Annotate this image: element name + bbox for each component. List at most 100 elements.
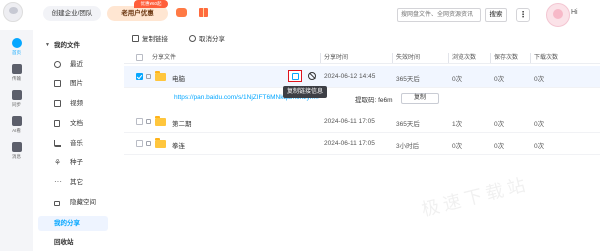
- video-icon: [54, 100, 61, 107]
- sidebar-item-label: 最近: [70, 61, 83, 68]
- sidebar-item-torrents[interactable]: ⚘ 种子: [38, 155, 108, 170]
- sidebar-item-recent[interactable]: 最近: [38, 57, 108, 72]
- column-header-downloads[interactable]: 下载次数: [534, 52, 558, 64]
- sidebar-item-label: 种子: [70, 159, 83, 166]
- rail-item-sync[interactable]: 同步: [0, 90, 33, 108]
- sidebar-item-label: 图片: [70, 80, 83, 87]
- file-sidebar: ▼ 我的文件 最近 图片 视频 文档 音乐 ⚘ 种子 ··· 其它 隐藏空间 我…: [38, 30, 111, 251]
- file-name[interactable]: 电脑: [172, 73, 185, 83]
- watermark: 极速下载站: [419, 173, 532, 220]
- download-count: 0次: [534, 121, 545, 128]
- cancel-share-icon[interactable]: [308, 72, 316, 80]
- column-header-views[interactable]: 浏览次数: [452, 52, 476, 64]
- more-dots-icon: ···: [54, 177, 62, 186]
- copy-button[interactable]: 复制: [401, 93, 439, 104]
- column-header-file[interactable]: 分享文件: [152, 52, 176, 64]
- vip-discount-badge: 优惠¥60起: [134, 0, 168, 8]
- copy-link-info-icon[interactable]: [288, 70, 302, 82]
- chevron-down-icon: ▼: [45, 42, 50, 48]
- greeting-text: Hi: [571, 9, 578, 16]
- rail-label: 同步: [12, 102, 21, 107]
- select-all-checkbox[interactable]: [136, 54, 143, 61]
- cancel-share-label: 取消分享: [199, 36, 225, 43]
- copy-link-button[interactable]: 复制链接: [132, 34, 168, 46]
- row-checkbox[interactable]: [136, 73, 143, 80]
- lock-icon: [146, 74, 151, 79]
- table-row[interactable]: 电脑 2024-06-12 14:45 365天后 0次 0次 0次: [124, 66, 600, 88]
- cancel-share-button[interactable]: 取消分享: [189, 34, 225, 46]
- sidebar-item-label: 其它: [70, 179, 83, 186]
- sidebar-item-label: 隐藏空间: [70, 199, 96, 206]
- copy-icon: [132, 35, 139, 42]
- sidebar-item-label: 视频: [70, 100, 83, 107]
- sidebar-item-label: 音乐: [70, 140, 83, 147]
- rail-item-message[interactable]: 消息: [0, 142, 33, 160]
- view-count: 1次: [452, 121, 463, 128]
- top-bar: 创建企业/团队 老用户优惠 优惠¥60起 搜索 ⋮ Hi: [0, 0, 600, 30]
- expire-time: 3小时后: [396, 143, 420, 150]
- row-checkbox[interactable]: [136, 140, 143, 147]
- lock-icon: [146, 141, 151, 146]
- rail-label: 首页: [12, 50, 21, 55]
- lock-icon: [146, 119, 151, 124]
- sidebar-item-videos[interactable]: 视频: [38, 96, 108, 111]
- column-header-expire[interactable]: 失效时间: [396, 52, 420, 64]
- sidebar-item-label: 文档: [70, 120, 83, 127]
- download-count: 0次: [534, 76, 545, 83]
- rail-item-transfer[interactable]: 传输: [0, 64, 33, 82]
- rail-item-home[interactable]: 首页: [0, 38, 33, 56]
- ai-icon: [11, 116, 22, 126]
- torrent-icon: ⚘: [54, 158, 62, 167]
- sidebar-item-label: 回收站: [54, 239, 74, 246]
- file-name[interactable]: 第二期: [172, 118, 192, 128]
- column-header-saves[interactable]: 保存次数: [494, 52, 518, 64]
- share-time: 2024-06-11 17:05: [324, 140, 375, 147]
- sidebar-item-other[interactable]: ··· 其它: [38, 175, 108, 190]
- game-icon[interactable]: [176, 8, 187, 17]
- image-icon: [54, 80, 61, 87]
- extraction-code: 提取码: fe6m: [355, 97, 393, 104]
- tooltip: 复制链接信息: [283, 86, 328, 98]
- row-checkbox[interactable]: [136, 118, 143, 125]
- message-icon: [11, 142, 22, 152]
- table-header: 分享文件 分享时间 失效时间 浏览次数 保存次数 下载次数: [124, 52, 600, 64]
- table-row[interactable]: 第二期 2024-06-11 17:05 365天后 1次 0次 0次: [124, 111, 600, 133]
- search-input[interactable]: [397, 8, 481, 22]
- sidebar-my-files[interactable]: ▼ 我的文件: [38, 38, 108, 53]
- save-count: 0次: [494, 76, 505, 83]
- sidebar-item-my-share[interactable]: 我的分享: [38, 216, 108, 231]
- sidebar-item-recycle-bin[interactable]: 回收站: [38, 235, 108, 250]
- sidebar-item-hidden-space[interactable]: 隐藏空间: [38, 195, 108, 210]
- user-avatar[interactable]: [546, 3, 570, 27]
- share-time: 2024-06-11 17:05: [324, 118, 375, 125]
- sidebar-item-music[interactable]: 音乐: [38, 136, 108, 151]
- column-header-share-time[interactable]: 分享时间: [324, 52, 348, 64]
- expire-time: 365天后: [396, 76, 420, 83]
- clock-icon: [54, 61, 61, 68]
- transfer-icon: [11, 64, 22, 74]
- download-count: 0次: [534, 143, 545, 150]
- document-icon: [54, 120, 60, 127]
- lock-icon: [54, 201, 60, 206]
- folder-icon: [155, 71, 166, 81]
- music-icon: [54, 140, 61, 147]
- save-count: 0次: [494, 121, 505, 128]
- search-button[interactable]: 搜索: [485, 8, 507, 22]
- sidebar-item-label: 我的文件: [54, 42, 80, 49]
- create-enterprise-button[interactable]: 创建企业/团队: [43, 6, 101, 21]
- file-name[interactable]: 拳连: [172, 140, 185, 150]
- rail-label: 消息: [12, 154, 21, 159]
- expire-time: 365天后: [396, 121, 420, 128]
- rail-label: 传输: [12, 76, 21, 81]
- folder-icon: [155, 116, 166, 126]
- app-avatar[interactable]: [3, 2, 23, 22]
- gift-icon[interactable]: [199, 8, 208, 17]
- rail-item-ai[interactable]: AI看: [0, 116, 33, 134]
- vip-offer-button[interactable]: 老用户优惠: [107, 6, 168, 21]
- view-count: 0次: [452, 143, 463, 150]
- sidebar-item-images[interactable]: 图片: [38, 76, 108, 91]
- share-time: 2024-06-12 14:45: [324, 73, 376, 80]
- sidebar-item-documents[interactable]: 文档: [38, 116, 108, 131]
- more-options-icon[interactable]: ⋮: [516, 8, 530, 22]
- table-row[interactable]: 拳连 2024-06-11 17:05 3小时后 0次 0次 0次: [124, 133, 600, 155]
